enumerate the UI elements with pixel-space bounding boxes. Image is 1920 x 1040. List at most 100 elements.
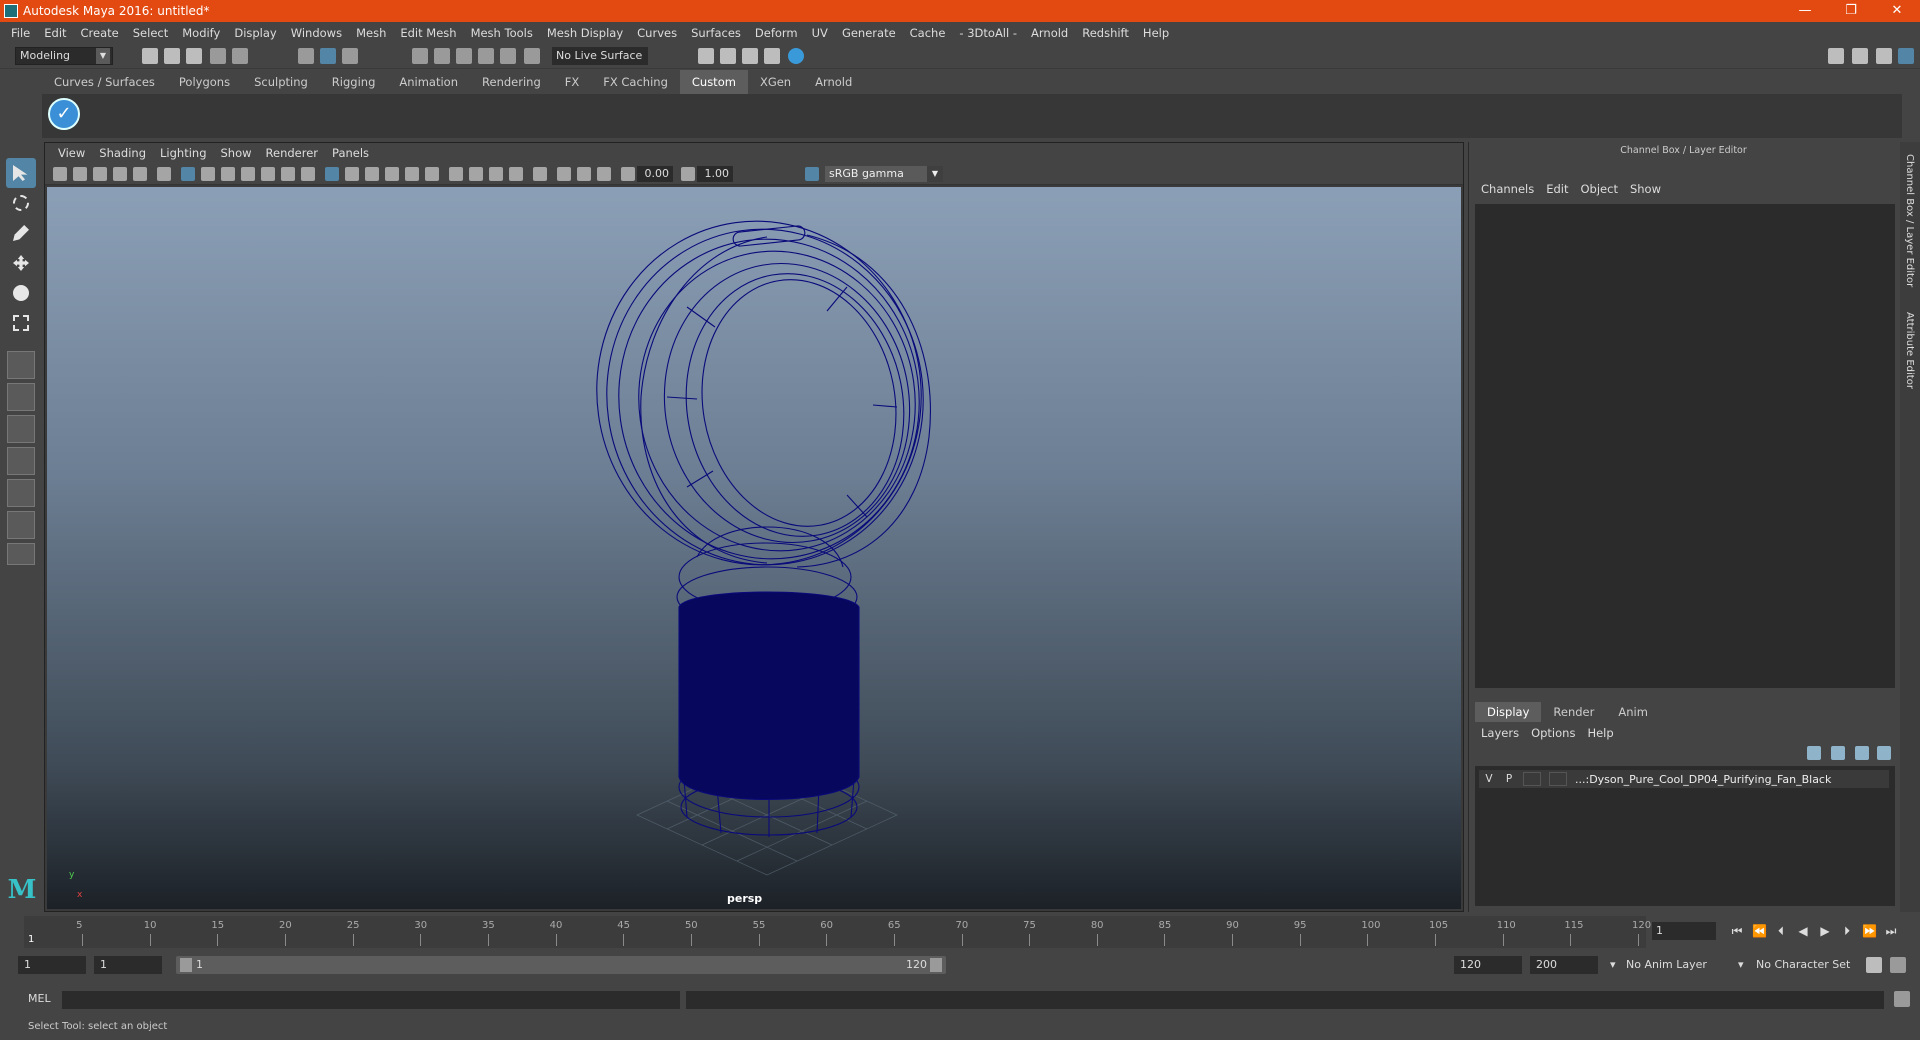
lights-icon[interactable] (425, 167, 439, 181)
chevron-down-icon[interactable]: ▾ (1606, 956, 1616, 974)
undo-icon[interactable] (210, 48, 226, 64)
default-material-icon[interactable] (365, 167, 379, 181)
cb-menu-channels[interactable]: Channels (1477, 182, 1542, 196)
layer-name[interactable]: ...:Dyson_Pure_Cool_DP04_Purifying_Fan_B… (1571, 773, 1831, 786)
step-forward-key-icon[interactable]: ⏵ (1840, 924, 1854, 938)
vp-menu-show[interactable]: Show (214, 146, 259, 160)
vp-menu-shading[interactable]: Shading (92, 146, 153, 160)
chevron-down-icon[interactable]: ▾ (1734, 956, 1744, 974)
safe-title-icon[interactable] (301, 167, 315, 181)
motion-blur-icon[interactable] (489, 167, 503, 181)
new-empty-layer-icon[interactable] (1855, 746, 1869, 760)
redo-icon[interactable] (232, 48, 248, 64)
close-button[interactable]: ✕ (1874, 0, 1920, 22)
shelf-tab-fx-caching[interactable]: FX Caching (591, 70, 680, 94)
step-back-frame-icon[interactable]: ⏪ (1752, 924, 1767, 938)
current-frame-field[interactable]: 1 (1652, 922, 1716, 940)
four-view-layout-icon[interactable] (7, 383, 35, 411)
shelf-tab-rendering[interactable]: Rendering (470, 70, 553, 94)
playback-end-field[interactable]: 120 (1454, 956, 1522, 974)
menu-edit[interactable]: Edit (37, 26, 73, 40)
field-chart-icon[interactable] (261, 167, 275, 181)
fan-mesh-wireframe[interactable] (575, 200, 945, 837)
shelf-tab-arnold[interactable]: Arnold (803, 70, 864, 94)
xray-components-icon[interactable] (597, 167, 611, 181)
select-component-icon[interactable] (342, 48, 358, 64)
step-back-key-icon[interactable]: ⏴ (1774, 924, 1788, 938)
menu-surfaces[interactable]: Surfaces (684, 26, 748, 40)
new-scene-icon[interactable] (142, 48, 158, 64)
film-gate-icon[interactable] (201, 167, 215, 181)
move-layer-up-icon[interactable] (1807, 746, 1821, 760)
auto-key-icon[interactable] (1866, 957, 1882, 973)
shelf-tab-fx[interactable]: FX (553, 70, 592, 94)
range-end-handle[interactable] (930, 958, 942, 972)
menu-select[interactable]: Select (126, 26, 175, 40)
script-editor-icon[interactable] (1894, 991, 1910, 1007)
shelf-tab-xgen[interactable]: XGen (748, 70, 803, 94)
hypershade-icon[interactable] (788, 48, 804, 64)
persp-outliner-layout-icon[interactable] (7, 415, 35, 443)
restore-button[interactable]: ❐ (1828, 0, 1874, 22)
grid-icon[interactable] (181, 167, 195, 181)
smooth-shade-icon[interactable] (345, 167, 359, 181)
range-slider-bar[interactable]: 1 120 (176, 956, 946, 974)
menu-deform[interactable]: Deform (748, 26, 805, 40)
menu-redshift[interactable]: Redshift (1075, 26, 1136, 40)
layer-tab-display[interactable]: Display (1475, 702, 1542, 722)
open-scene-icon[interactable] (164, 48, 180, 64)
make-live-icon[interactable] (524, 48, 540, 64)
wireframe-icon[interactable] (325, 167, 339, 181)
gamma-icon[interactable] (681, 167, 695, 181)
view-transform-dropdown[interactable]: sRGB gamma ▼ (825, 166, 943, 182)
bookmark-icon[interactable] (93, 167, 107, 181)
animation-start-field[interactable]: 1 (18, 956, 86, 974)
render-settings-icon[interactable] (698, 48, 714, 64)
shelf-tab-sculpting[interactable]: Sculpting (242, 70, 320, 94)
paint-select-tool[interactable] (6, 218, 36, 248)
perspective-viewport[interactable]: y x persp (47, 187, 1461, 909)
menu-file[interactable]: File (4, 26, 37, 40)
exposure-field[interactable]: 0.00 (637, 166, 673, 182)
vp-menu-panels[interactable]: Panels (325, 146, 376, 160)
xray-joints-icon[interactable] (577, 167, 591, 181)
render-view-icon[interactable] (720, 48, 736, 64)
textured-icon[interactable] (405, 167, 419, 181)
lasso-tool[interactable] (6, 188, 36, 218)
menuset-dropdown[interactable]: Modeling ▼ (15, 47, 113, 65)
go-to-start-icon[interactable]: ⏮ (1730, 924, 1744, 938)
layer-playback-toggle[interactable]: P (1499, 773, 1519, 785)
scale-tool[interactable] (6, 308, 36, 338)
snap-surface-icon[interactable] (500, 48, 516, 64)
time-slider-track[interactable]: 1 5 10 15 20 25 30 35 40 45 50 55 60 65 70 75 80 85 90 95 10… (24, 916, 1651, 948)
image-plane-icon[interactable] (113, 167, 127, 181)
cb-menu-edit[interactable]: Edit (1542, 182, 1576, 196)
menu-3dtoall[interactable]: - 3DtoAll - (952, 26, 1024, 40)
exposure-icon[interactable] (621, 167, 635, 181)
snap-point-icon[interactable] (456, 48, 472, 64)
menu-help[interactable]: Help (1136, 26, 1176, 40)
character-set-dropdown[interactable]: No Character Set (1752, 956, 1864, 974)
menu-uv[interactable]: UV (805, 26, 835, 40)
live-surface-field[interactable]: No Live Surface (552, 47, 648, 65)
select-tool[interactable] (6, 158, 36, 188)
anti-aliasing-icon[interactable] (509, 167, 523, 181)
toggle-tool-settings-icon[interactable] (1876, 48, 1892, 64)
play-backwards-icon[interactable]: ◀ (1796, 924, 1810, 938)
toggle-channel-box-icon[interactable] (1898, 48, 1914, 64)
layer-row[interactable]: V P ...:Dyson_Pure_Cool_DP04_Purifying_F… (1479, 770, 1889, 788)
shelf-tab-animation[interactable]: Animation (387, 70, 470, 94)
menu-edit-mesh[interactable]: Edit Mesh (393, 26, 463, 40)
render-current-icon[interactable] (742, 48, 758, 64)
save-scene-icon[interactable] (186, 48, 202, 64)
shelf-tab-polygons[interactable]: Polygons (167, 70, 242, 94)
cb-menu-show[interactable]: Show (1626, 182, 1669, 196)
single-perspective-layout-icon[interactable] (7, 351, 35, 379)
vp-menu-view[interactable]: View (51, 146, 92, 160)
snap-grid-icon[interactable] (412, 48, 428, 64)
hypershade-layout-icon[interactable] (7, 511, 35, 539)
ipr-render-icon[interactable] (764, 48, 780, 64)
isolate-select-icon[interactable] (533, 167, 547, 181)
toggle-attribute-editor-icon[interactable] (1852, 48, 1868, 64)
vp-menu-renderer[interactable]: Renderer (259, 146, 326, 160)
